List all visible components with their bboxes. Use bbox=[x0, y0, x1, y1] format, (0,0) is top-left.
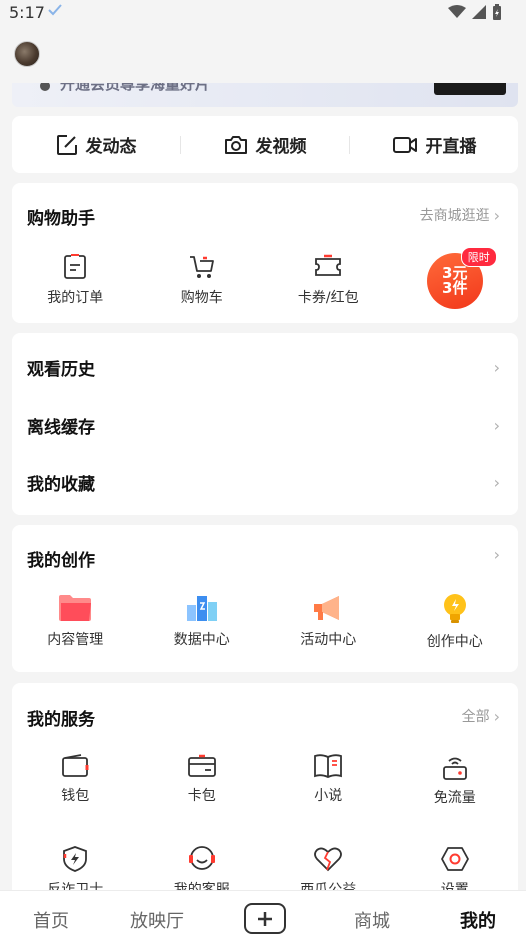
free-data-button[interactable]: 免流量 bbox=[392, 753, 519, 807]
folder-icon bbox=[59, 595, 92, 621]
wallet-icon bbox=[62, 754, 89, 777]
content-management-label: 内容管理 bbox=[47, 632, 104, 648]
cart-button[interactable]: 购物车 bbox=[139, 253, 266, 309]
banner-button[interactable] bbox=[434, 83, 506, 95]
banner-icon bbox=[40, 83, 50, 91]
data-center-button[interactable]: 数据中心 bbox=[139, 593, 266, 651]
create-button[interactable] bbox=[244, 903, 286, 934]
offline-cache-label: 离线缓存 bbox=[27, 417, 95, 438]
creator-center-button[interactable]: 创作中心 bbox=[392, 593, 519, 651]
shield-icon bbox=[63, 846, 88, 872]
post-actions-card: 发动态 发视频 开直播 bbox=[12, 116, 518, 173]
activity-center-label: 活动中心 bbox=[300, 632, 357, 648]
promo-tag: 限时 bbox=[460, 247, 497, 267]
creator-center-label: 创作中心 bbox=[426, 634, 483, 650]
battery-icon bbox=[493, 4, 501, 20]
favorites-label: 我的收藏 bbox=[27, 474, 95, 495]
novel-button[interactable]: 小说 bbox=[265, 753, 392, 807]
cart-icon bbox=[189, 256, 214, 278]
tab-home[interactable]: 首页 bbox=[33, 907, 69, 933]
chevron-right-icon: › bbox=[493, 205, 500, 225]
status-icons bbox=[448, 4, 502, 20]
chevron-right-icon: › bbox=[493, 415, 500, 435]
watch-history-label: 观看历史 bbox=[27, 359, 95, 380]
card-pack-label: 卡包 bbox=[187, 788, 216, 804]
wallet-button[interactable]: 钱包 bbox=[12, 753, 139, 807]
chevron-right-icon: › bbox=[493, 357, 500, 377]
shopping-card: 购物助手 去商城逛逛 › 我的订单 购物车 卡券/红包 3元 3件 限时 bbox=[12, 183, 518, 323]
services-grid-row1: 钱包 卡包 小说 免流量 bbox=[12, 753, 518, 807]
my-orders-label: 我的订单 bbox=[47, 290, 104, 306]
post-update-label: 发动态 bbox=[85, 137, 137, 157]
shopping-title: 购物助手 bbox=[27, 209, 95, 229]
check-icon bbox=[48, 4, 62, 16]
megaphone-icon bbox=[314, 596, 340, 620]
chevron-right-icon: › bbox=[493, 545, 500, 564]
go-live-label: 开直播 bbox=[425, 137, 477, 157]
lightbulb-icon bbox=[443, 594, 466, 623]
status-bar: 5:17 bbox=[0, 0, 526, 26]
creation-title: 我的创作 bbox=[27, 551, 95, 571]
services-all-label: 全部 bbox=[461, 709, 490, 725]
tab-mall[interactable]: 商城 bbox=[354, 907, 390, 933]
go-live-button[interactable]: 开直播 bbox=[350, 132, 518, 157]
tab-theater[interactable]: 放映厅 bbox=[130, 907, 184, 933]
avatar[interactable] bbox=[14, 41, 40, 67]
card-icon bbox=[187, 754, 216, 777]
creation-more-link[interactable]: › bbox=[494, 545, 500, 564]
cart-label: 购物车 bbox=[180, 290, 223, 306]
settings-icon bbox=[440, 847, 469, 871]
signal-icon bbox=[472, 5, 486, 19]
content-management-button[interactable]: 内容管理 bbox=[12, 593, 139, 651]
plus-icon bbox=[258, 911, 272, 926]
post-video-button[interactable]: 发视频 bbox=[181, 132, 349, 157]
order-icon bbox=[64, 254, 87, 279]
headset-icon bbox=[188, 846, 215, 870]
promo-badge-button[interactable]: 3元 3件 限时 bbox=[392, 247, 519, 309]
free-data-icon bbox=[442, 757, 467, 780]
banner-text: 开通会员尊享海量好片 bbox=[60, 83, 211, 93]
creation-grid: 内容管理 数据中心 活动中心 创作中心 bbox=[12, 593, 518, 651]
video-camera-icon bbox=[392, 136, 417, 153]
my-orders-button[interactable]: 我的订单 bbox=[12, 253, 139, 309]
data-center-label: 数据中心 bbox=[173, 632, 230, 648]
offline-cache-row[interactable]: 离线缓存 › bbox=[27, 413, 500, 438]
chevron-right-icon: › bbox=[493, 706, 500, 726]
bottom-tab-bar: 首页 放映厅 商城 我的 bbox=[0, 890, 526, 940]
services-title: 我的服务 bbox=[27, 710, 95, 730]
coupons-label: 卡券/红包 bbox=[297, 290, 359, 306]
coupons-button[interactable]: 卡券/红包 bbox=[265, 253, 392, 309]
tab-mine[interactable]: 我的 bbox=[460, 907, 496, 933]
card-pack-button[interactable]: 卡包 bbox=[139, 753, 266, 807]
services-card: 我的服务 全部 › 钱包 卡包 小说 免流量 bbox=[12, 683, 518, 903]
data-chart-icon bbox=[186, 596, 217, 621]
history-card: 观看历史 › 离线缓存 › 我的收藏 › bbox=[12, 333, 518, 515]
vip-banner[interactable]: 开通会员尊享海量好片 bbox=[12, 83, 518, 107]
go-shop-label: 去商城逛逛 bbox=[419, 208, 490, 224]
creation-card: 我的创作 › 内容管理 数据中心 活动中心 创作中心 bbox=[12, 525, 518, 672]
shopping-grid: 我的订单 购物车 卡券/红包 3元 3件 限时 bbox=[12, 247, 519, 309]
book-icon bbox=[314, 754, 343, 778]
favorites-row[interactable]: 我的收藏 › bbox=[27, 470, 500, 495]
promo-badge: 3元 3件 限时 bbox=[426, 247, 497, 309]
edit-icon bbox=[56, 134, 77, 155]
status-time: 5:17 bbox=[9, 3, 45, 22]
services-all-link[interactable]: 全部 › bbox=[462, 706, 500, 726]
chevron-right-icon: › bbox=[493, 472, 500, 492]
post-video-label: 发视频 bbox=[255, 137, 307, 157]
charity-heart-icon bbox=[314, 847, 343, 872]
promo-line2: 3件 bbox=[442, 279, 468, 297]
watch-history-row[interactable]: 观看历史 › bbox=[27, 355, 500, 380]
wifi-icon bbox=[448, 5, 466, 18]
post-update-button[interactable]: 发动态 bbox=[12, 132, 180, 157]
camera-icon bbox=[224, 135, 247, 154]
go-shop-link[interactable]: 去商城逛逛 › bbox=[420, 205, 500, 225]
wallet-label: 钱包 bbox=[61, 788, 90, 804]
activity-center-button[interactable]: 活动中心 bbox=[265, 593, 392, 651]
coupon-icon bbox=[315, 254, 342, 276]
free-data-label: 免流量 bbox=[433, 790, 476, 806]
novel-label: 小说 bbox=[314, 788, 343, 804]
